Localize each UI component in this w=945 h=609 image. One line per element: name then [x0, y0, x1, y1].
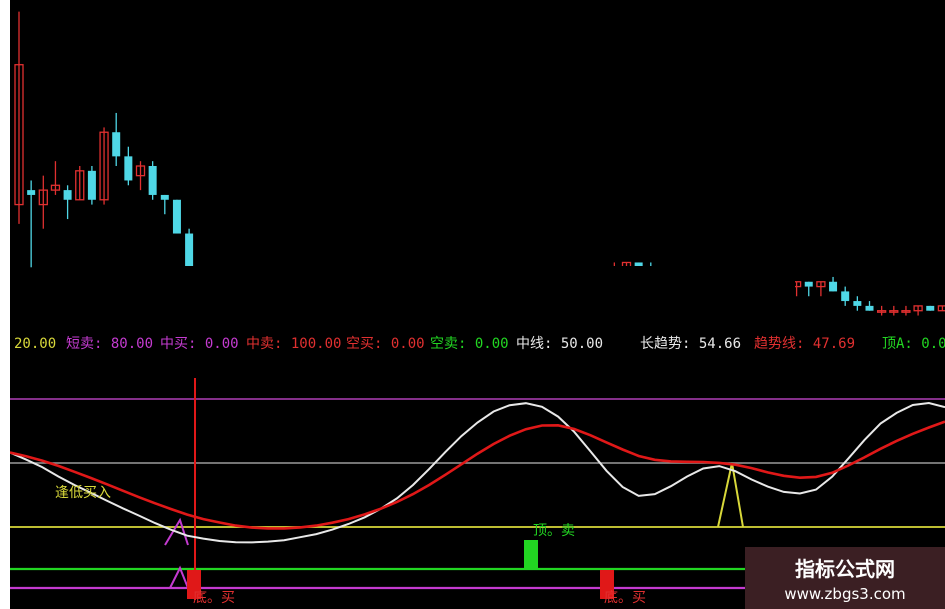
- stock-chart-screen: 20.00 短卖: 80.00 中买: 0.00 中卖: 100.00 空买: …: [0, 0, 945, 609]
- watermark: 指标公式网 www.zbgs3.com: [745, 547, 945, 609]
- redaction-top-right: [533, 0, 945, 140]
- redaction-bottom-center: [150, 266, 795, 342]
- oscillator-red-line: [10, 420, 945, 530]
- watermark-url: www.zbgs3.com: [784, 585, 906, 603]
- legend-item-trend-line: 趋势线: 47.69: [754, 336, 856, 352]
- annotation-bottom-buy-2: 底。买: [604, 590, 646, 606]
- legend-item-short-buy: 空买: 0.00: [346, 336, 425, 352]
- annotation-top-sell: 顶。卖: [533, 523, 575, 539]
- legend-item-long-trend: 长趋势: 54.66: [640, 336, 742, 352]
- legend-item-mid-buy: 中买: 0.00: [160, 336, 239, 352]
- annotation-buy-low: 逢低买入: [55, 485, 111, 501]
- annotation-bottom-buy-1: 底。买: [193, 590, 235, 606]
- legend-item-short-sell-2: 空卖: 0.00: [430, 336, 509, 352]
- legend-item-short-sell: 短卖: 80.00: [66, 336, 154, 352]
- top-sell-bar: [524, 540, 538, 569]
- oscillator-white-line: [10, 401, 945, 544]
- legend-item-top-a: 顶A: 0.00: [882, 336, 945, 352]
- legend-item-midline: 中线: 50.00: [516, 336, 604, 352]
- watermark-title: 指标公式网: [795, 557, 895, 581]
- legend-item-mid-sell: 中卖: 100.00: [246, 336, 342, 352]
- legend-item-ma: 20.00: [14, 336, 57, 352]
- indicator-legend: 20.00 短卖: 80.00 中买: 0.00 中卖: 100.00 空买: …: [10, 333, 945, 355]
- signal-spike-purple-low: [169, 565, 189, 589]
